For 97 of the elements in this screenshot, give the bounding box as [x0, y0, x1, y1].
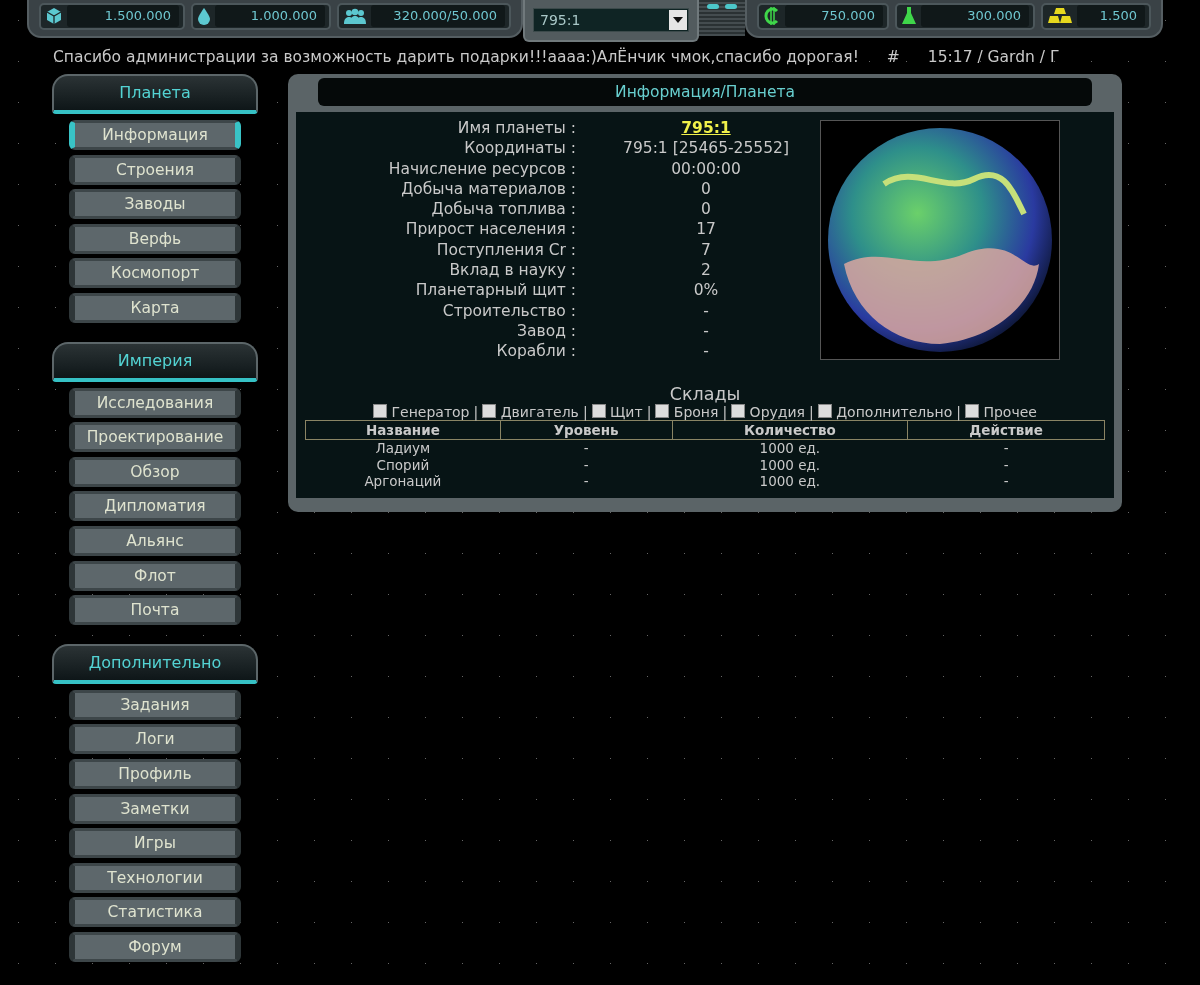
- table-cell: Ладиум: [305, 439, 501, 457]
- field-value: 0: [701, 179, 711, 198]
- field-value: 00:00:00: [671, 159, 741, 178]
- menu-button[interactable]: Карта: [69, 292, 241, 323]
- resource-amount: 1.000.000: [215, 5, 325, 27]
- field-label: Координаты :: [463, 138, 577, 159]
- field-label: Имя планеты :: [456, 118, 577, 139]
- table-cell-text: -: [582, 473, 590, 490]
- field-value: -: [703, 301, 709, 320]
- resource-amount: 1.500.000: [67, 5, 179, 27]
- field-value: 17: [696, 220, 716, 239]
- filter-checkbox[interactable]: Дополнительно: [817, 403, 953, 420]
- flask-icon: [901, 6, 917, 26]
- separator: |: [582, 403, 588, 420]
- news-ticker: Спасибо администрации за возможность дарить подарки!!!аааа:)АлЁнчик чмок,спасибо дорогая!: [53, 46, 859, 68]
- field-value: 0: [701, 200, 711, 219]
- menu-button[interactable]: Проектирование: [69, 422, 241, 453]
- drop-icon: [197, 7, 211, 25]
- column-header: Количество: [672, 420, 908, 440]
- column-header: Действие: [907, 420, 1105, 440]
- menu-button[interactable]: Дипломатия: [69, 491, 241, 522]
- table-cell: 1000 ед.: [672, 439, 908, 457]
- menu-button[interactable]: Логи: [69, 724, 241, 755]
- table-cell-text: 1000 ед.: [758, 473, 822, 490]
- planet-name-link[interactable]: 795:1: [681, 119, 731, 137]
- credit-icon: [763, 6, 781, 26]
- filter-checkbox[interactable]: Щит: [591, 403, 643, 420]
- section-header: Империя: [52, 341, 258, 382]
- separator: |: [473, 403, 479, 420]
- filter-checkbox[interactable]: Генератор: [373, 403, 470, 420]
- resource-amount: 320.000/50.000: [371, 5, 505, 27]
- column-header: Уровень: [500, 420, 673, 440]
- field-label: Прирост населения :: [404, 219, 577, 240]
- table-cell: -: [907, 439, 1105, 457]
- filter-checkbox[interactable]: Орудия: [731, 403, 805, 420]
- field-label: Добыча топлива :: [430, 199, 577, 220]
- field-label: Завод :: [516, 320, 577, 342]
- table-cell-text: Спорий: [375, 456, 431, 474]
- menu-button[interactable]: Профиль: [69, 758, 241, 789]
- menu-button[interactable]: Задания: [69, 689, 241, 720]
- section-title: Склады: [668, 383, 742, 404]
- field-label: Корабли :: [495, 341, 577, 362]
- cube-icon: [45, 7, 63, 25]
- menu-button[interactable]: Почта: [69, 595, 241, 626]
- menu-button[interactable]: Технологии: [69, 862, 241, 893]
- menu-button[interactable]: Альянс: [69, 525, 241, 556]
- resource-amount: 750.000: [785, 5, 883, 27]
- vent-drawing: [699, 0, 745, 36]
- table-cell-text: Аргонаций: [363, 473, 443, 490]
- hash-link[interactable]: #: [886, 46, 900, 74]
- field-label: Вклад в науку :: [448, 260, 577, 281]
- panel-title: Информация/Планета: [318, 78, 1092, 106]
- planet-select[interactable]: 795:1: [533, 8, 689, 32]
- menu-button[interactable]: Статистика: [69, 897, 241, 928]
- menu-button[interactable]: Форум: [69, 931, 241, 962]
- resource-amount: 300.000: [921, 5, 1029, 27]
- field-label: Планетарный щит :: [414, 280, 577, 301]
- column-header: Название: [305, 420, 501, 440]
- menu-button[interactable]: Заметки: [69, 793, 241, 824]
- field-value: 0%: [693, 281, 719, 300]
- menu-button[interactable]: Строения: [69, 154, 241, 185]
- menu-button[interactable]: Верфь: [69, 223, 241, 254]
- separator: |: [956, 403, 961, 420]
- table-cell-text: -: [582, 456, 590, 474]
- menu-button[interactable]: Космопорт: [69, 258, 241, 289]
- separator: |: [722, 403, 728, 420]
- separator: |: [809, 403, 814, 420]
- ingots-icon: [1047, 7, 1073, 25]
- field-value: -: [703, 321, 709, 340]
- field-label: Поступления Cr :: [435, 239, 577, 261]
- section-header: Дополнительно: [52, 643, 258, 684]
- field-label: Начисление ресурсов :: [387, 158, 577, 179]
- menu-button[interactable]: Заводы: [69, 189, 241, 220]
- field-label: Добыча материалов :: [400, 178, 577, 200]
- time-user-status: 15:17 / Gardn / Г: [927, 47, 1060, 68]
- menu-button[interactable]: Флот: [69, 560, 241, 591]
- table-cell: -: [500, 439, 673, 457]
- table-cell-text: -: [1002, 473, 1010, 490]
- filter-checkbox[interactable]: Прочее: [965, 403, 1037, 420]
- menu-button[interactable]: Обзор: [69, 456, 241, 487]
- people-icon: [343, 7, 367, 25]
- table-cell-text: 1000 ед.: [758, 456, 822, 474]
- menu-button[interactable]: Информация: [69, 120, 241, 150]
- section-header: Планета: [52, 74, 258, 114]
- field-value: 7: [701, 240, 711, 259]
- caret-icon: [669, 10, 687, 30]
- separator: |: [646, 403, 652, 420]
- menu-button[interactable]: Исследования: [69, 387, 241, 418]
- field-value: 795:1 [25465-25552]: [623, 139, 789, 158]
- field-label: Строительство :: [441, 300, 577, 321]
- field-value: 2: [701, 261, 711, 280]
- filter-checkbox[interactable]: Броня: [655, 403, 719, 420]
- filter-checkbox[interactable]: Двигатель: [482, 403, 579, 420]
- menu-button[interactable]: Игры: [69, 828, 241, 859]
- field-value: -: [703, 342, 709, 361]
- table-cell-text: -: [1002, 456, 1010, 474]
- resource-amount: 1.500: [1077, 5, 1145, 27]
